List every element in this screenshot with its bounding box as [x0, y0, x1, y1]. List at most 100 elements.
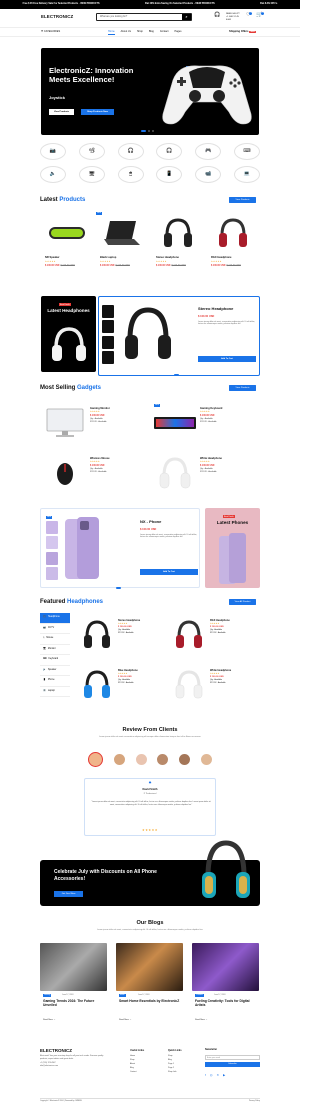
- mouse-category-icon[interactable]: 🖱: [117, 166, 144, 183]
- featured-card[interactable]: Blue Headphone ★★★★★ $ 100.00 USD Qty : Ava…: [80, 666, 170, 710]
- categories-menu[interactable]: ☰ CATEGORIES: [41, 30, 60, 34]
- reviewer-name: David Smith: [142, 788, 158, 791]
- featured-card[interactable]: RGX Headphone ★★★★★ $ 100.00 USD Qty : Avai…: [172, 616, 262, 660]
- shop-now-button[interactable]: Shop Products Now: [81, 109, 114, 115]
- sidebar-item-monitor[interactable]: 🖥 Monitor: [40, 645, 70, 655]
- view-products-button[interactable]: View Products: [49, 109, 74, 115]
- cctv-category-icon[interactable]: 📷: [40, 143, 66, 160]
- product-price: $ 100.00 USD: [140, 528, 157, 531]
- blog-image-gaming: [40, 943, 107, 991]
- get-deal-button[interactable]: Get Deal Now: [54, 891, 83, 897]
- avatar[interactable]: [88, 752, 103, 767]
- blog-card[interactable]: Creative June 17, 2024 Fueling Creativit…: [192, 943, 259, 1025]
- sidebar-item-headphone[interactable]: 🎧 Headphone: [40, 613, 70, 624]
- privacy-link[interactable]: Privacy Policy: [249, 1100, 260, 1102]
- twitter-icon[interactable]: ✕: [216, 1073, 219, 1077]
- view-all-products-button[interactable]: View All Product: [229, 599, 256, 605]
- search-bar[interactable]: What are you looking for? ⌕: [96, 13, 192, 21]
- add-to-cart-button[interactable]: Add To Cart: [140, 569, 198, 575]
- gadget-card[interactable]: Gaming Monitor ★★★★★ $ 100.00 USD Qty : Ava…: [40, 402, 150, 448]
- avatar[interactable]: [135, 754, 147, 765]
- sidebar-item-phone[interactable]: 📱 Phone: [40, 676, 70, 687]
- monitor-category-icon[interactable]: 🖥: [78, 166, 105, 183]
- gadget-card[interactable]: NEW Gaming Keyboard ★★★★★ $ 100.00 USD Qty …: [150, 402, 260, 448]
- headphones-promo-banner[interactable]: Best Deals Latest Headphones: [41, 296, 96, 372]
- gadget-card[interactable]: White Headphone ★★★★★ $ 100.00 USD Qty : Av…: [150, 452, 260, 498]
- youtube-icon[interactable]: ▶: [223, 1073, 225, 1077]
- announcement-item[interactable]: Flat 40% Extra Saving On Selected Produc…: [145, 3, 215, 6]
- nav-contact[interactable]: Contact: [160, 30, 169, 35]
- avatar[interactable]: [113, 754, 125, 765]
- product-card[interactable]: NR Speaker ★★★★★ $ 100.00 USD$ 120.00 US…: [41, 212, 94, 282]
- announcement-item[interactable]: Free $ 35 Free Delivery Sale For Selecte…: [23, 3, 100, 6]
- view-latest-button[interactable]: View Products: [229, 197, 256, 203]
- gamepad-category-icon[interactable]: 🎮: [195, 143, 222, 160]
- slider-dots[interactable]: [174, 373, 179, 376]
- category-sidebar: 🎧 Headphone 📷 CCTV 🖱 Mouse 🖥 Monitor ⌨ Keyboa…: [40, 613, 70, 713]
- blog-tag: Music: [119, 994, 126, 997]
- nav-shop[interactable]: Shop: [137, 30, 143, 35]
- nav-blog[interactable]: Blog: [149, 30, 154, 35]
- banner-title: Latest Headphones: [47, 308, 90, 313]
- search-input[interactable]: What are you looking for?: [100, 15, 127, 19]
- newsletter-email-input[interactable]: Enter your email: [205, 1054, 260, 1060]
- footer-link[interactable]: Shop Link: [168, 1070, 182, 1074]
- keyboard-category-icon[interactable]: ⌨: [233, 143, 260, 160]
- product-thumbnails[interactable]: [46, 521, 58, 580]
- shipping-offers-link[interactable]: Shipping Offers NEW: [229, 30, 256, 34]
- avatar[interactable]: [200, 754, 212, 765]
- sidebar-item-mouse[interactable]: 🖱 Mouse: [40, 634, 70, 645]
- featured-card[interactable]: White Headphone ★★★★★ $ 100.00 USD Qty : Av…: [172, 666, 262, 710]
- hero-slider-dots[interactable]: [141, 129, 154, 132]
- featured-card[interactable]: Stereo Headphone ★★★★★ $ 100.00 USD Qty : A…: [80, 616, 170, 660]
- phones-promo-banner[interactable]: Best Deals Latest Phones: [205, 508, 260, 588]
- sidebar-item-cctv[interactable]: 📷 CCTV: [40, 624, 70, 634]
- announcement-item[interactable]: Flat 8.3% Off Fo: [260, 3, 277, 6]
- avatar[interactable]: [157, 754, 169, 765]
- facebook-icon[interactable]: f: [205, 1073, 206, 1077]
- sidebar-item-laptop[interactable]: 💻 Laptop: [40, 687, 70, 697]
- blog-card[interactable]: Gaming June 17, 2024 Gaming Trends 2024:…: [40, 943, 107, 1025]
- search-icon[interactable]: ⌕: [182, 14, 191, 20]
- most-selling-heading: Most Selling Gadgets: [40, 385, 102, 391]
- blog-title[interactable]: Smart Home Essentials by ElectronicZ: [119, 999, 181, 1003]
- nav-home[interactable]: Home: [108, 30, 115, 35]
- camera-category-icon[interactable]: 📹: [195, 166, 222, 183]
- instagram-icon[interactable]: ◎: [210, 1073, 213, 1077]
- sidebar-item-speaker[interactable]: 🔈 Speaker: [40, 666, 70, 676]
- hero-subtitle: Joystick: [49, 95, 66, 100]
- slider-dots[interactable]: [116, 586, 121, 589]
- read-more-link[interactable]: Read More →: [43, 1019, 55, 1021]
- view-most-selling-button[interactable]: View Products: [229, 385, 256, 391]
- blog-date: June 17, 2024: [138, 994, 150, 996]
- subscribe-button[interactable]: Subscribe: [205, 1061, 260, 1067]
- gadget-card[interactable]: Wireless Mouse ★★★★★ $ 100.00 USD Qty : Ava…: [40, 452, 150, 498]
- product-card[interactable]: RGX Headphone ★★★★★ $ 100.00 USD$ 120.00…: [207, 212, 260, 282]
- earbuds-category-icon[interactable]: 🎧: [117, 143, 144, 160]
- cart-icon[interactable]: 🛒 0: [256, 12, 265, 19]
- nav-pages[interactable]: Pages: [174, 30, 181, 35]
- blog-title[interactable]: Gaming Trends 2024: The Future Unveiled: [43, 999, 105, 1007]
- wishlist-icon[interactable]: ♡ 0: [246, 12, 253, 19]
- add-to-cart-button[interactable]: Add To Cart: [198, 356, 256, 362]
- blog-title[interactable]: Fueling Creativity: Tools for Digital Ar…: [195, 999, 257, 1007]
- site-logo[interactable]: ELECTRONICZ: [41, 14, 73, 19]
- projector-category-icon[interactable]: 📽: [78, 143, 105, 160]
- read-more-link[interactable]: Read More →: [119, 1019, 131, 1021]
- speaker-category-icon[interactable]: 🔈: [40, 166, 66, 183]
- footer-link[interactable]: Contact: [130, 1070, 144, 1074]
- sidebar-item-keyboard[interactable]: ⌨ Keyboard: [40, 655, 70, 666]
- blogs-heading: Our Blogs: [136, 920, 164, 926]
- footer-logo[interactable]: ELECTRONICZ: [40, 1048, 72, 1053]
- product-price: $ 100.00 USD$ 120.00 USD: [211, 265, 241, 267]
- headphone-category-icon[interactable]: 🎧: [156, 143, 183, 160]
- avatar[interactable]: [179, 754, 191, 765]
- product-card[interactable]: Stereo Headphone ★★★★★ $ 100.00 USD$ 120…: [152, 212, 205, 282]
- read-more-link[interactable]: Read More →: [195, 1019, 207, 1021]
- laptop-category-icon[interactable]: 💻: [233, 166, 260, 183]
- product-card[interactable]: NEW Black Laptop ★★★★★ $ 100.00 USD$ 120…: [96, 212, 149, 282]
- blog-card[interactable]: Music June 17, 2024 Smart Home Essential…: [116, 943, 183, 1025]
- nav-about[interactable]: About Us: [121, 30, 131, 35]
- product-thumbnails[interactable]: [102, 305, 114, 364]
- phone-category-icon[interactable]: 📱: [156, 166, 183, 183]
